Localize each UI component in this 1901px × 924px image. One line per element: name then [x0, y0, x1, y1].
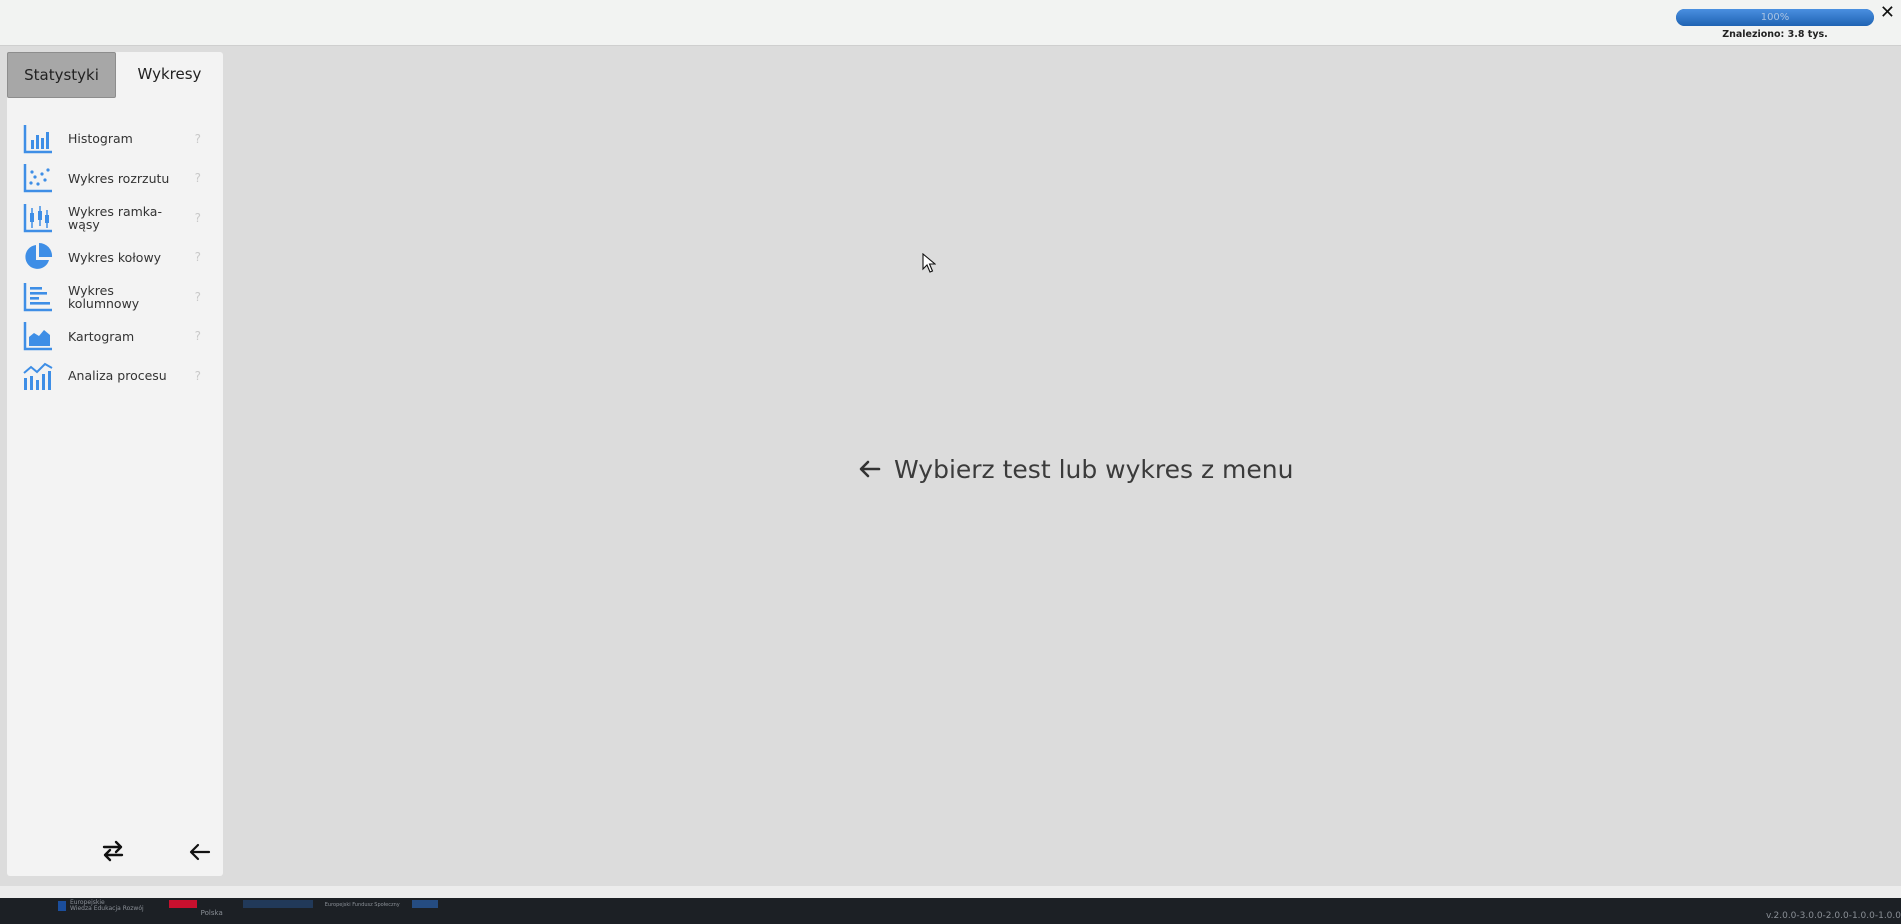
collapse-arrow-icon[interactable]	[189, 841, 211, 863]
menu-item-label: Histogram	[68, 131, 133, 147]
menu-item-label: Wykres kołowy	[68, 249, 162, 265]
histogram-icon	[22, 123, 54, 155]
progress-label: 100%	[1760, 12, 1790, 23]
found-count: Znaleziono: 3.8 tys.	[1722, 29, 1828, 40]
progress-area: 100% Znaleziono: 3.8 tys.	[1676, 9, 1874, 40]
footer: Europejskie Wiedza Edukacja Rozwój Polska…	[0, 898, 1901, 924]
menu-item-label: Wykres kolumnowy	[68, 282, 140, 311]
help-icon[interactable]: ?	[195, 369, 201, 383]
menu-item-column[interactable]: Wykres kolumnowy ?	[7, 277, 223, 317]
menu-item-boxplot[interactable]: Wykres ramka-wąsy ?	[7, 198, 223, 238]
swap-icon[interactable]	[101, 839, 125, 863]
menu-item-label: Analiza procesu	[68, 368, 167, 384]
menu-item-process[interactable]: Analiza procesu ?	[7, 356, 223, 396]
help-icon[interactable]: ?	[195, 211, 201, 225]
empty-state-text: Wybierz test lub wykres z menu	[894, 454, 1294, 484]
progress-bar: 100%	[1676, 9, 1874, 26]
eu-flag-logo	[411, 900, 438, 908]
menu-item-histogram[interactable]: Histogram ?	[7, 119, 223, 159]
help-icon[interactable]: ?	[195, 290, 201, 304]
sidebar-tabs: Statystyki Wykresy	[7, 52, 223, 98]
chart-menu: Histogram ? Wykres rozrzutu ? Wykres ram…	[7, 119, 223, 396]
process-chart-icon	[22, 360, 54, 392]
poland-flag	[168, 900, 197, 908]
tab-wykresy[interactable]: Wykresy	[116, 52, 223, 96]
menu-item-scatter[interactable]: Wykres rozrzutu ?	[7, 159, 223, 199]
sidebar: Statystyki Wykresy Histogram ? Wykres ro…	[7, 52, 223, 876]
column-chart-icon	[22, 281, 54, 313]
area-chart-icon	[22, 320, 54, 352]
partner-text: Europejski Fundusz Społeczny	[324, 902, 400, 908]
footer-logos: Europejskie Wiedza Edukacja Rozwój Polska…	[58, 900, 438, 917]
menu-item-label: Kartogram	[68, 328, 135, 344]
top-bar: 100% Znaleziono: 3.8 tys. ✕	[0, 0, 1901, 46]
help-icon[interactable]: ?	[195, 132, 201, 146]
version-label: v.2.0.0-3.0.0-2.0.0-1.0.0-1.0.0	[1766, 911, 1901, 921]
menu-item-kartogram[interactable]: Kartogram ?	[7, 317, 223, 357]
pie-chart-icon	[22, 241, 54, 273]
scatter-icon	[22, 162, 54, 194]
eu-funds-logo: Europejskie Wiedza Edukacja Rozwój	[58, 900, 144, 912]
boxplot-icon	[22, 202, 54, 234]
menu-item-pie[interactable]: Wykres kołowy ?	[7, 238, 223, 278]
help-icon[interactable]: ?	[195, 171, 201, 185]
footer-divider	[0, 886, 1901, 898]
partner-logo	[242, 900, 313, 908]
sidebar-actions	[7, 838, 223, 868]
mouse-cursor-icon	[922, 253, 936, 273]
close-button[interactable]: ✕	[1880, 2, 1895, 24]
tab-statystyki[interactable]: Statystyki	[7, 52, 116, 98]
menu-item-label: Wykres rozrzutu	[68, 170, 170, 186]
arrow-left-icon	[859, 460, 881, 478]
help-icon[interactable]: ?	[195, 250, 201, 264]
help-icon[interactable]: ?	[195, 329, 201, 343]
menu-item-label: Wykres ramka-wąsy	[68, 203, 162, 232]
empty-state-message: Wybierz test lub wykres z menu	[858, 452, 1293, 486]
poland-label: Polska	[200, 909, 223, 917]
